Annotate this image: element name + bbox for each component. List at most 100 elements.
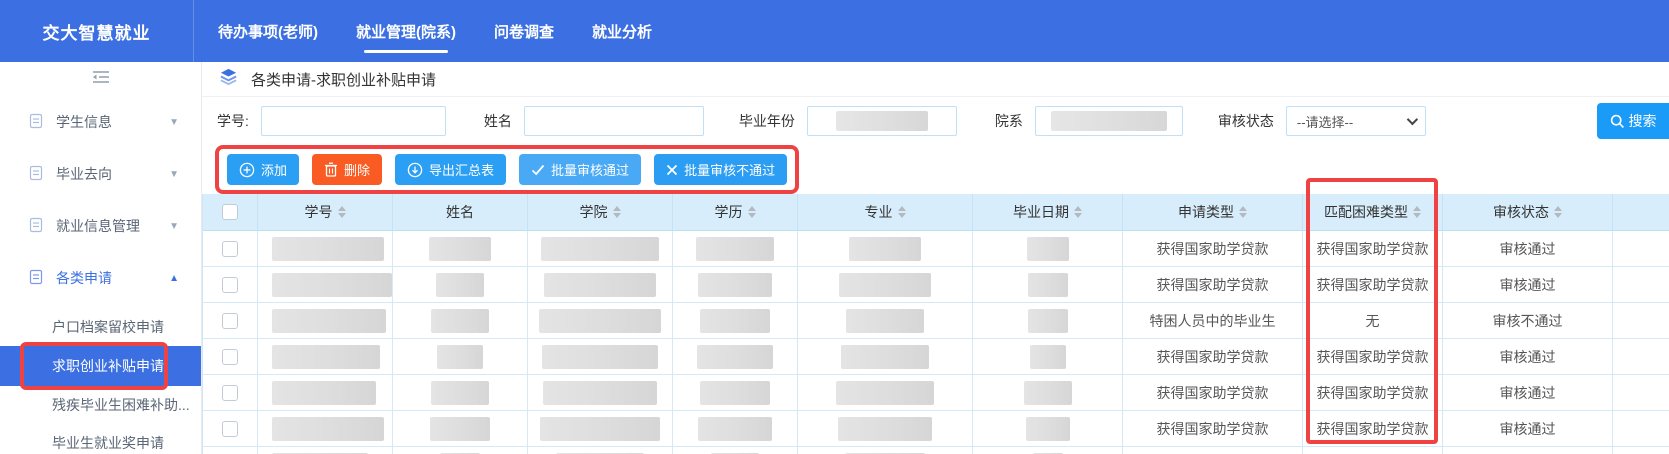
redacted-cell (542, 345, 658, 369)
redacted-cell (429, 237, 491, 261)
document-icon (28, 217, 44, 236)
redacted-cell (1024, 381, 1072, 405)
audit-status-cell: 审核通过 (1443, 339, 1613, 375)
grad-year-label: 毕业年份 (739, 111, 795, 131)
x-icon (666, 164, 678, 176)
table-row: 获得国家助学贷款 获得国家助学贷款 审核通过 (203, 339, 1669, 375)
redacted-cell (841, 345, 929, 369)
redacted-cell (700, 381, 770, 405)
redacted-cell (1027, 237, 1069, 261)
row-checkbox[interactable] (222, 349, 238, 365)
chevron-down-icon (1407, 114, 1418, 125)
top-nav-tabs: 待办事项(老师) 就业管理(院系) 问卷调查 就业分析 (218, 0, 652, 62)
row-checkbox[interactable] (222, 277, 238, 293)
tab-todo-teacher[interactable]: 待办事项(老师) (218, 0, 318, 62)
department-input[interactable] (1035, 106, 1183, 136)
name-label: 姓名 (484, 111, 512, 131)
sidebar-item-student-info[interactable]: 学生信息 ▼ (0, 96, 201, 148)
batch-approve-button[interactable]: 批量审核通过 (519, 154, 641, 185)
apply-type-cell: 获得国家助学贷款 (1123, 339, 1303, 375)
sidebar-item-graduation-destination[interactable]: 毕业去向 ▼ (0, 148, 201, 200)
name-input[interactable] (524, 106, 704, 136)
sort-icon[interactable] (1413, 206, 1421, 218)
app-title: 交大智慧就业 (0, 19, 193, 44)
table-row-partial (203, 447, 1669, 454)
document-icon (28, 269, 44, 288)
main-content: 各类申请-求职创业补贴申请 学号: 姓名 毕业年份 院系 审核状态 --请选择 (202, 62, 1669, 454)
col-header-degree[interactable]: 学历 (673, 194, 798, 230)
filter-bar: 学号: 姓名 毕业年份 院系 审核状态 --请选择-- (202, 97, 1669, 145)
audit-status-select[interactable]: --请选择-- (1286, 106, 1426, 136)
top-header: 交大智慧就业 待办事项(老师) 就业管理(院系) 问卷调查 就业分析 (0, 0, 1669, 62)
redacted-cell (539, 309, 661, 333)
redacted-cell (436, 273, 484, 297)
student-id-input[interactable] (261, 106, 446, 136)
batch-reject-button[interactable]: 批量审核不通过 (654, 154, 787, 185)
redacted-cell (838, 417, 932, 441)
difficulty-type-cell: 获得国家助学贷款 (1303, 267, 1443, 303)
sidebar-item-applications[interactable]: 各类申请 ▲ (0, 252, 201, 304)
redacted-cell (431, 381, 489, 405)
grad-year-input[interactable] (807, 106, 957, 136)
sort-icon[interactable] (1554, 206, 1562, 218)
sidebar-item-employment-info-management[interactable]: 就业信息管理 ▼ (0, 200, 201, 252)
audit-status-cell: 审核通过 (1443, 411, 1613, 447)
delete-button[interactable]: 删除 (312, 154, 382, 185)
sort-icon[interactable] (1239, 206, 1247, 218)
tab-employment-analysis[interactable]: 就业分析 (592, 0, 652, 62)
redacted-cell (431, 309, 489, 333)
sidebar-item-job-seeking-subsidy-application[interactable]: 求职创业补贴申请 (0, 346, 201, 386)
redacted-cell (1026, 417, 1070, 441)
apply-type-cell: 获得国家助学贷款 (1123, 231, 1303, 267)
col-header-student-id[interactable]: 学号 (258, 194, 393, 230)
chevron-up-icon: ▲ (169, 273, 179, 284)
row-checkbox[interactable] (222, 385, 238, 401)
tab-employment-management[interactable]: 就业管理(院系) (356, 0, 456, 62)
difficulty-type-cell: 获得国家助学贷款 (1303, 375, 1443, 411)
apply-type-cell: 获得国家助学贷款 (1123, 411, 1303, 447)
audit-status-cell: 审核通过 (1443, 231, 1613, 267)
col-header-college[interactable]: 学院 (528, 194, 673, 230)
col-header-audit-status[interactable]: 审核状态 (1443, 194, 1613, 230)
apply-type-cell: 获得国家助学贷款 (1123, 375, 1303, 411)
col-header-select-all (203, 194, 258, 230)
tab-questionnaire[interactable]: 问卷调查 (494, 0, 554, 62)
audit-status-cell: 审核通过 (1443, 375, 1613, 411)
search-button[interactable]: 搜索 (1597, 103, 1669, 139)
row-checkbox[interactable] (222, 241, 238, 257)
sort-icon[interactable] (898, 206, 906, 218)
download-circle-icon (407, 162, 423, 178)
sort-icon[interactable] (613, 206, 621, 218)
chevron-down-icon: ▼ (169, 169, 179, 180)
redacted-cell (698, 417, 772, 441)
add-button[interactable]: 添加 (227, 154, 299, 185)
select-all-checkbox[interactable] (222, 204, 238, 220)
applications-submenu: 户口档案留校申请 求职创业补贴申请 残疾毕业生困难补助... 毕业生就业奖申请 (0, 304, 201, 454)
sort-icon[interactable] (748, 206, 756, 218)
page-title: 各类申请-求职创业补贴申请 (251, 69, 436, 90)
collapse-sidebar-icon[interactable] (92, 70, 110, 89)
sidebar-item-graduate-employment-award[interactable]: 毕业生就业奖申请 (0, 424, 201, 454)
table-row: 获得国家助学贷款 获得国家助学贷款 审核通过 (203, 375, 1669, 411)
col-header-name[interactable]: 姓名 (393, 194, 528, 230)
redacted-cell (543, 381, 657, 405)
col-header-difficulty-type[interactable]: 匹配困难类型 (1303, 194, 1443, 230)
header-divider (193, 0, 194, 62)
redacted-cell (1030, 345, 1066, 369)
export-summary-button[interactable]: 导出汇总表 (395, 154, 506, 185)
col-header-major[interactable]: 专业 (798, 194, 973, 230)
col-header-graduation-date[interactable]: 毕业日期 (973, 194, 1123, 230)
sort-icon[interactable] (1074, 206, 1082, 218)
row-checkbox[interactable] (222, 421, 238, 437)
redacted-value (836, 111, 928, 131)
row-checkbox[interactable] (222, 313, 238, 329)
sidebar-item-hukou-archive-application[interactable]: 户口档案留校申请 (0, 308, 201, 346)
redacted-cell (839, 273, 931, 297)
breadcrumb: 各类申请-求职创业补贴申请 (202, 62, 1669, 97)
layers-icon (219, 67, 238, 91)
sidebar-item-disabled-graduate-subsidy[interactable]: 残疾毕业生困难补助... (0, 386, 201, 424)
apply-type-cell: 特困人员中的毕业生 (1123, 303, 1303, 339)
sort-icon[interactable] (338, 206, 346, 218)
col-header-apply-type[interactable]: 申请类型 (1123, 194, 1303, 230)
annotation-box-toolbar: 添加 删除 导出汇总表 (215, 145, 799, 194)
